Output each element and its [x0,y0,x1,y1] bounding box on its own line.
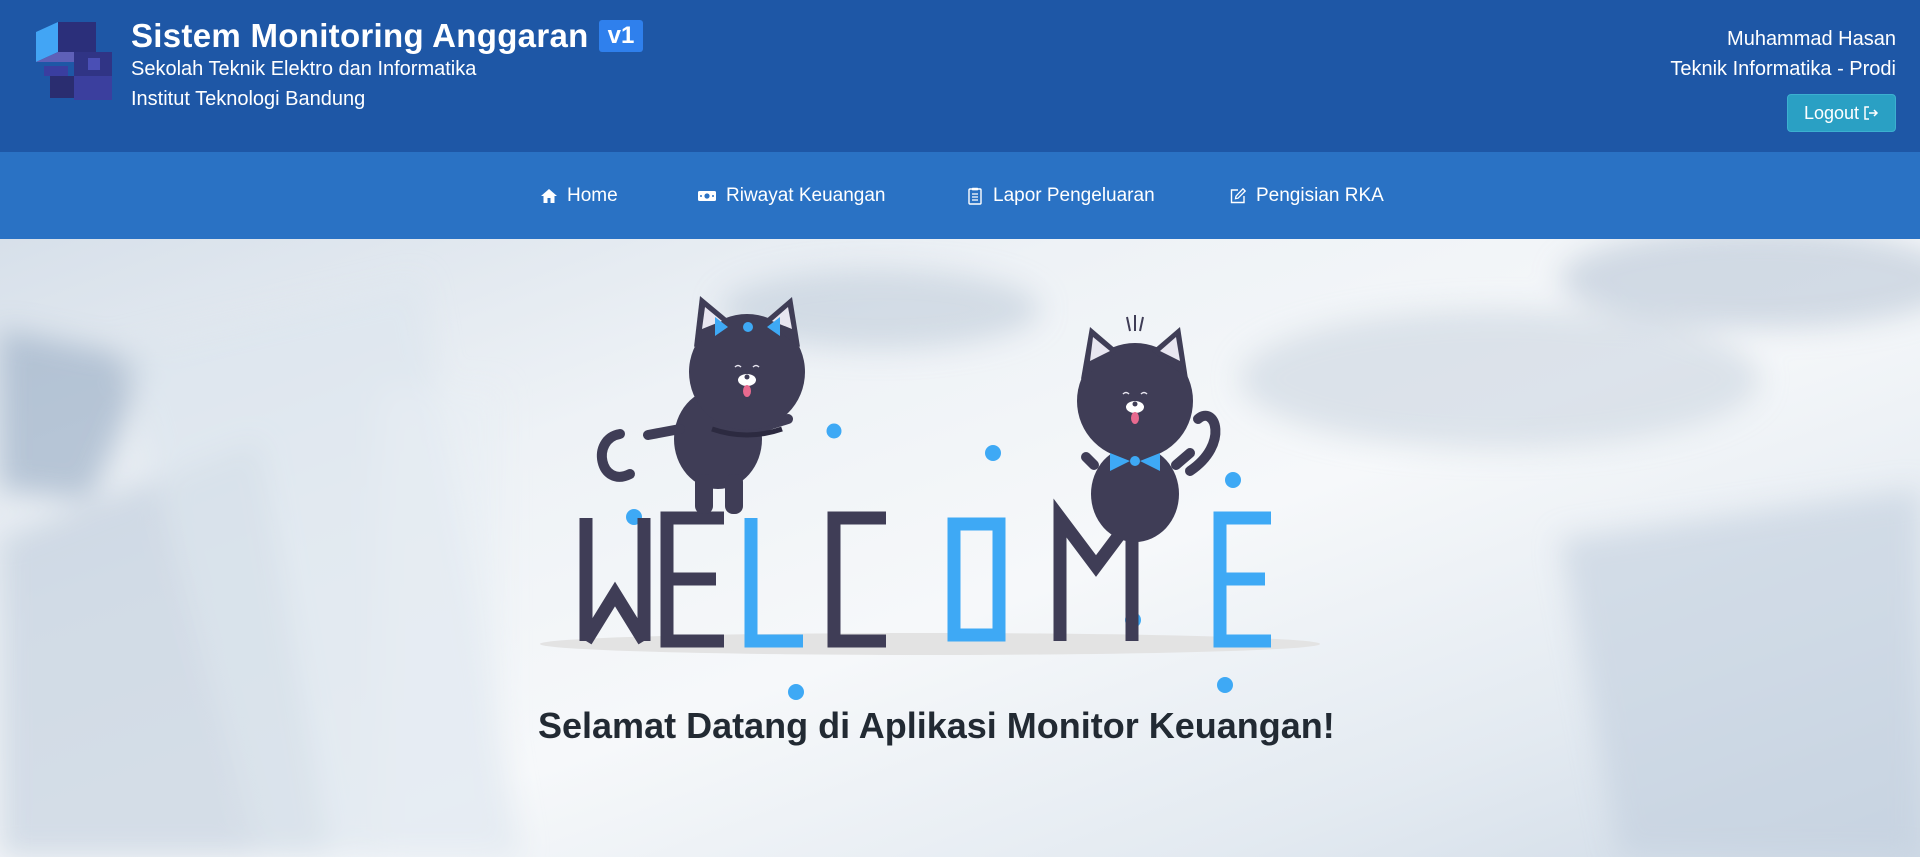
decor-dot [1217,677,1233,693]
home-icon [541,188,557,203]
letter-c [827,511,886,648]
logout-label: Logout [1803,102,1860,123]
letter-w [579,518,651,645]
clipboard-icon [968,187,982,205]
nav-item-label: Pengisian RKA [1256,184,1384,206]
right-cat [1077,315,1221,542]
decor-dot [826,423,842,439]
hero-section: Selamat Datang di Aplikasi Monitor Keuan… [0,239,1920,857]
left-cat [597,296,805,514]
welcome-illustration [540,296,1320,700]
title-row: Sistem Monitoring Anggaran v1 [131,16,644,56]
app-title: Sistem Monitoring Anggaran [131,17,589,54]
nav-item-pengisian-rka[interactable]: Pengisian RKA [1229,152,1384,239]
decor-dot [1225,472,1241,488]
user-name: Muhammad Hasan [1727,28,1896,50]
letter-e [660,511,724,648]
letter-l [744,518,803,648]
nav-item-label: Lapor Pengeluaran [993,184,1155,206]
sign-out-icon [1864,106,1879,120]
welcome-message: Selamat Datang di Aplikasi Monitor Keuan… [538,705,1335,746]
ground-shadow [540,633,1320,655]
decor-dot [788,684,804,700]
main-navbar: Home Riwayat Keuangan Lapor Pengeluaran … [0,152,1920,239]
user-role: Teknik Informatika - Prodi [1670,58,1896,80]
nav-item-riwayat-keuangan[interactable]: Riwayat Keuangan [697,152,886,239]
money-icon [698,190,716,201]
institute-name: Institut Teknologi Bandung [131,88,366,110]
nav-item-label: Riwayat Keuangan [726,184,886,206]
letter-o [947,517,1006,642]
nav-item-home[interactable]: Home [540,152,618,239]
version-badge: v1 [598,20,644,52]
letter-e2 [1213,511,1271,648]
edit-icon [1230,187,1247,203]
app-header: Sistem Monitoring Anggaran v1 Sekolah Te… [0,0,1920,152]
logout-button[interactable]: Logout [1787,94,1896,132]
nav-item-lapor-pengeluaran[interactable]: Lapor Pengeluaran [966,152,1155,239]
nav-item-label: Home [567,184,618,206]
faculty-name: Sekolah Teknik Elektro dan Informatika [131,58,477,80]
app-logo-icon [36,22,112,100]
welcome-letters [579,498,1271,648]
decor-dot [985,445,1001,461]
